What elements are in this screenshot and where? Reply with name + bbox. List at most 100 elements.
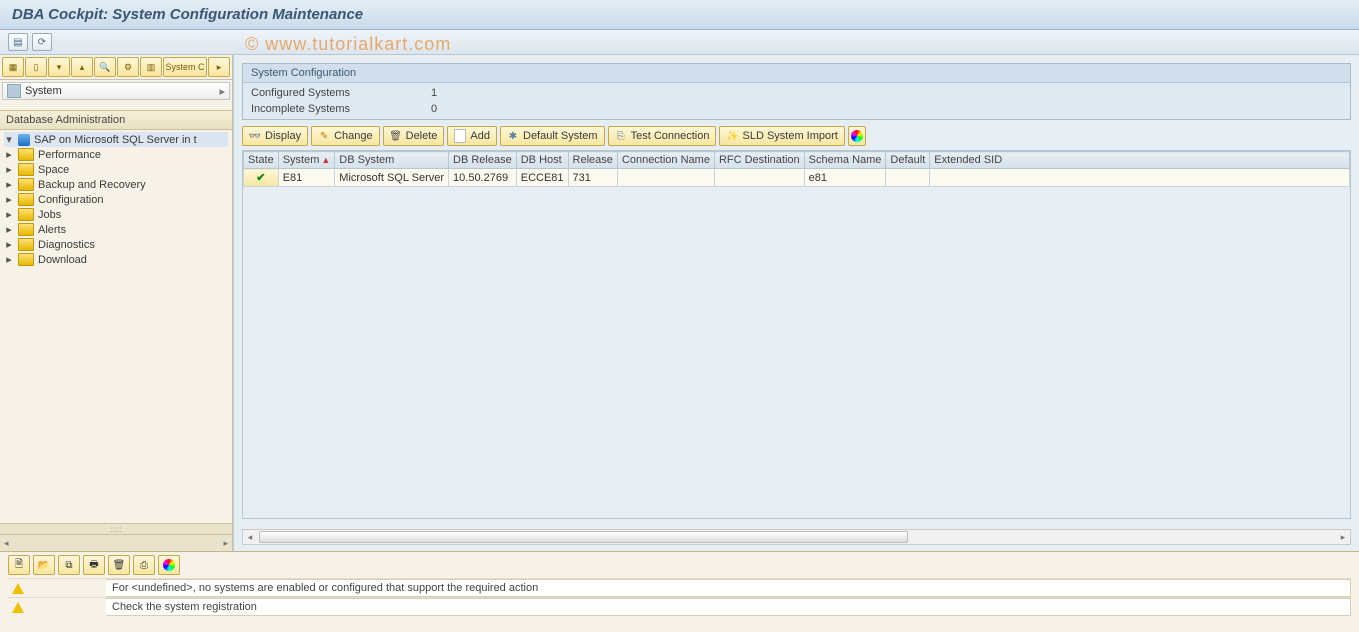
message-log: 🗎 📂 ⧉ 🖶 🗑 ⎙ For <undefined>, no systems … [0,551,1359,632]
change-button[interactable]: ✎ Change [311,126,380,146]
msg-export-icon[interactable]: ⎙ [133,555,155,575]
display-button[interactable]: 👓Display [242,126,308,146]
tree-item-configuration[interactable]: ▸ Configuration [4,192,228,207]
sidebar-toolbar: ▦ ▯ ▾ ▴ 🔍 ⚙ ▥ System C ▸ [0,55,232,80]
horizontal-scrollbar[interactable]: ◂ ▸ [242,529,1351,545]
toolbar-list-icon[interactable]: ▥ [140,57,162,77]
cell-release: 731 [568,169,617,187]
tree-item-label: Download [38,254,87,266]
tree-item-jobs[interactable]: ▸ Jobs [4,207,228,222]
scroll-thumb[interactable] [259,531,908,543]
refresh-icon[interactable]: ⟳ [32,33,52,51]
msg-new-icon[interactable]: 🗎 [8,555,30,575]
nav-tree: ▾ SAP on Microsoft SQL Server in t ▸ Per… [0,130,232,523]
table-row[interactable]: ✔ E81 Microsoft SQL Server 10.50.2769 EC… [244,169,1350,187]
caret-icon: ▸ [4,253,14,266]
test-connection-button[interactable]: ⎘Test Connection [608,126,717,146]
msg-legend-icon[interactable] [158,555,180,575]
tree-item-label: Backup and Recovery [38,179,146,191]
trash-icon: 🗑 [390,130,402,142]
col-release[interactable]: Release [568,152,617,169]
tree-root[interactable]: ▾ SAP on Microsoft SQL Server in t [4,132,228,147]
col-schema-name[interactable]: Schema Name [804,152,886,169]
plug-icon: ⎘ [615,130,627,142]
add-button[interactable]: Add [447,126,497,146]
action-toolbar: 👓Display ✎ Change 🗑 Delete Add ✱ Default Sy… [234,126,1359,150]
toolbar-down-icon[interactable]: ▾ [48,57,70,77]
tree-item-label: Diagnostics [38,239,95,251]
menu-icon[interactable]: ▤ [8,33,28,51]
scroll-right-icon[interactable]: ▸ [1336,532,1350,543]
toolbar-expand-icon[interactable]: ▦ [2,57,24,77]
warning-icon [12,583,24,594]
tree-item-download[interactable]: ▸ Download [4,252,228,267]
tree-item-space[interactable]: ▸ Space [4,162,228,177]
folder-icon [18,253,34,266]
folder-icon [18,178,34,191]
btn-label: Change [334,130,373,142]
col-system[interactable]: System▲ [278,152,335,169]
cell-connection-name [617,169,714,187]
pencil-icon: ✎ [318,130,330,142]
kv-label: Incomplete Systems [251,103,431,115]
msg-open-icon[interactable]: 📂 [33,555,55,575]
tree-item-backup[interactable]: ▸ Backup and Recovery [4,177,228,192]
horizontal-splitter[interactable]: ::::: [0,523,232,535]
sld-import-button[interactable]: ✨SLD System Import [719,126,844,146]
folder-icon [18,208,34,221]
toolbar-more-icon[interactable]: ▸ [208,57,230,77]
col-db-release[interactable]: DB Release [449,152,517,169]
col-default[interactable]: Default [886,152,930,169]
scroll-left-icon[interactable]: ◂ [243,532,257,543]
col-extended-sid[interactable]: Extended SID [930,152,1350,169]
btn-label: Delete [406,130,438,142]
btn-label: Default System [523,130,598,142]
system-selector[interactable]: System ▸ [2,82,230,100]
sidebar-scrollbar[interactable]: ◂▸ [0,535,232,551]
folder-icon [18,223,34,236]
delete-button[interactable]: 🗑 Delete [383,126,445,146]
cell-system: E81 [278,169,335,187]
tree-item-label: Configuration [38,194,103,206]
system-configuration-panel: System Configuration Configured Systems … [242,63,1351,120]
col-connection-name[interactable]: Connection Name [617,152,714,169]
caret-icon: ▸ [4,208,14,221]
page-icon [454,129,466,143]
color-legend-button[interactable] [848,126,866,146]
panel-title: System Configuration [243,64,1350,83]
tree-root-label: SAP on Microsoft SQL Server in t [34,134,197,146]
kv-value: 0 [431,103,471,115]
main-content: System Configuration Configured Systems … [233,55,1359,551]
caret-icon: ▸ [4,193,14,206]
col-rfc-destination[interactable]: RFC Destination [714,152,804,169]
msg-copy-icon[interactable]: ⧉ [58,555,80,575]
tree-item-alerts[interactable]: ▸ Alerts [4,222,228,237]
page-title: DBA Cockpit: System Configuration Mainte… [0,0,1359,30]
default-system-button[interactable]: ✱ Default System [500,126,605,146]
col-state[interactable]: State [244,152,279,169]
tree-item-label: Alerts [38,224,66,236]
col-db-host[interactable]: DB Host [516,152,568,169]
cell-state: ✔ [244,169,279,187]
wand-icon: ✨ [726,130,738,142]
star-icon: ✱ [507,130,519,142]
cell-default [886,169,930,187]
toolbar-system-button[interactable]: System C [163,57,207,77]
toolbar-filter-icon[interactable]: ⚙ [117,57,139,77]
tree-item-diagnostics[interactable]: ▸ Diagnostics [4,237,228,252]
caret-icon: ▾ [4,133,14,146]
caret-icon: ▸ [4,178,14,191]
sidebar: ▦ ▯ ▾ ▴ 🔍 ⚙ ▥ System C ▸ System ▸ Databa… [0,55,233,551]
color-wheel-icon [851,130,863,142]
system-icon [7,84,21,98]
col-db-system[interactable]: DB System [335,152,449,169]
msg-print-icon[interactable]: 🖶 [83,555,105,575]
tree-item-performance[interactable]: ▸ Performance [4,147,228,162]
kv-value: 1 [431,87,471,99]
toolbar-collapse-icon[interactable]: ▯ [25,57,47,77]
toolbar-search-icon[interactable]: 🔍 [94,57,116,77]
warning-icon [12,602,24,613]
caret-icon: ▸ [4,238,14,251]
msg-delete-icon[interactable]: 🗑 [108,555,130,575]
toolbar-up-icon[interactable]: ▴ [71,57,93,77]
